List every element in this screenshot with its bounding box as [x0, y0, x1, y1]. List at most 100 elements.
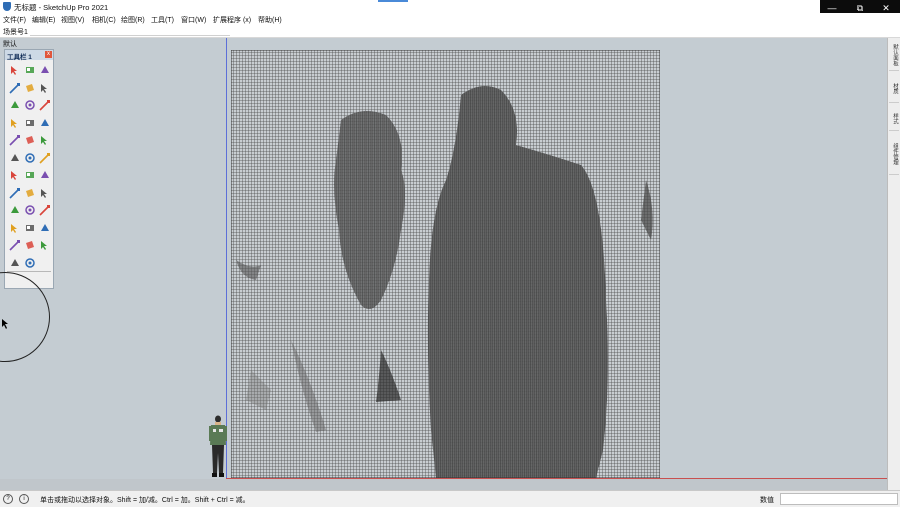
floating-toolbar: 工具栏 1 x — [4, 49, 54, 289]
group-icon-glyph — [41, 241, 47, 250]
section-icon[interactable] — [39, 169, 51, 181]
drawing-viewport[interactable]: 默认 工具栏 1 x — [0, 38, 887, 490]
group-icon[interactable] — [39, 239, 51, 251]
pencil-icon[interactable] — [39, 82, 51, 94]
component-icon-glyph — [9, 240, 20, 251]
axes-icon[interactable] — [9, 169, 21, 181]
push-pull-icon[interactable] — [9, 99, 21, 111]
toolbar-close-button[interactable]: x — [45, 51, 52, 58]
move-icon[interactable] — [24, 99, 36, 111]
menu-extensions[interactable]: 扩展程序 (x) — [213, 15, 251, 25]
cube-add-icon[interactable] — [9, 222, 21, 234]
pan-icon[interactable] — [24, 187, 36, 199]
help-icon[interactable]: ? — [3, 494, 13, 504]
menu-tools[interactable]: 工具(T) — [151, 15, 174, 25]
tray-tab-components[interactable]: 组件管理 — [889, 134, 899, 175]
axes-icon-glyph — [11, 171, 17, 180]
select-icon-glyph — [11, 66, 17, 75]
circle-shape-icon[interactable] — [9, 152, 21, 164]
sandbox-icon[interactable] — [9, 204, 21, 216]
push-pull-icon-glyph — [11, 101, 19, 108]
globe-icon[interactable] — [24, 134, 36, 146]
scene-tabs-bar: 场景号1 — [0, 25, 900, 38]
component-icon[interactable] — [9, 239, 21, 251]
status-bar: ? i 单击或拖动以选择对象。Shift = 加/减。Ctrl = 加。Shif… — [0, 490, 900, 507]
menu-bar: 文件(F) 编辑(E) 视图(V) 相机(C) 绘图(R) 工具(T) 窗口(W… — [0, 13, 900, 25]
ground-plane — [0, 479, 887, 490]
tray-tab-default[interactable]: 默认面板 — [889, 40, 899, 71]
move-icon-glyph — [25, 100, 35, 110]
toolbar-title: 工具栏 1 — [7, 54, 32, 61]
arc-icon-glyph — [26, 119, 34, 126]
orbit-icon-glyph — [9, 187, 20, 199]
shield-icon[interactable] — [9, 134, 21, 146]
sandbox-icon-glyph — [11, 206, 19, 213]
drape-icon-glyph — [39, 205, 50, 216]
menu-draw[interactable]: 绘图(R) — [121, 15, 145, 25]
paint-bucket-2-icon[interactable] — [39, 134, 51, 146]
paint-bucket-icon[interactable] — [39, 64, 51, 76]
polygon-icon-glyph — [25, 152, 35, 163]
3d-text-icon[interactable] — [39, 152, 51, 164]
cube-stack-icon[interactable] — [39, 222, 51, 234]
pan-icon-glyph — [26, 188, 34, 197]
zoom-icon-glyph — [41, 188, 47, 198]
measurements-input[interactable] — [780, 493, 898, 505]
default-tray-panel: 默认面板 材质 样式 组件管理 — [887, 38, 900, 490]
3d-text-icon-glyph — [39, 152, 50, 164]
lasso-icon-glyph — [9, 82, 20, 94]
scale-icon[interactable] — [39, 99, 51, 111]
tape-measure-icon-glyph — [26, 172, 34, 178]
menu-view[interactable]: 视图(V) — [61, 15, 84, 25]
default-tray-label: 默认 — [3, 41, 17, 48]
blue-axis-line — [226, 38, 227, 478]
lasso-icon[interactable] — [9, 82, 21, 94]
line-icon-glyph — [11, 118, 17, 128]
section-icon-glyph — [41, 171, 49, 178]
follow-me-icon[interactable] — [39, 117, 51, 129]
layer-icon[interactable] — [24, 239, 36, 251]
line-icon[interactable] — [9, 117, 21, 129]
zz-icon-glyph — [11, 258, 19, 266]
status-message: 单击或拖动以选择对象。Shift = 加/减。Ctrl = 加。Shift + … — [40, 497, 250, 504]
red-axis-line — [226, 478, 887, 479]
window-title: 无标题 - SketchUp Pro 2021 — [14, 3, 109, 12]
eraser-icon[interactable] — [24, 64, 36, 76]
paint-brush-icon[interactable] — [24, 257, 36, 269]
menu-window[interactable]: 窗口(W) — [181, 15, 206, 25]
orbit-icon[interactable] — [9, 187, 21, 199]
menu-help[interactable]: 帮助(H) — [258, 15, 282, 25]
arc-icon[interactable] — [24, 117, 36, 129]
paint-bucket-2-icon-glyph — [41, 136, 47, 145]
cube-move-icon[interactable] — [24, 222, 36, 234]
paint-bucket-icon-glyph — [41, 66, 49, 73]
menu-edit[interactable]: 编辑(E) — [32, 15, 55, 25]
shield-icon-glyph — [9, 135, 20, 146]
menu-file[interactable]: 文件(F) — [3, 15, 26, 25]
rectangle-icon[interactable] — [24, 82, 36, 94]
polygon-icon[interactable] — [24, 152, 36, 164]
select-icon[interactable] — [9, 64, 21, 76]
sketchup-app-icon[interactable] — [3, 2, 11, 11]
mouse-cursor-icon — [2, 319, 8, 329]
scale-figure-person[interactable] — [207, 415, 229, 479]
terrain-icon[interactable] — [24, 204, 36, 216]
tape-measure-icon[interactable] — [24, 169, 36, 181]
pixel-grid-model[interactable] — [231, 50, 660, 478]
tray-tab-styles[interactable]: 样式 — [889, 106, 899, 131]
drape-icon[interactable] — [39, 204, 51, 216]
rectangle-icon-glyph — [26, 83, 34, 92]
scene-tab[interactable]: 场景号1 — [3, 27, 28, 37]
zoom-icon[interactable] — [39, 187, 51, 199]
pencil-icon-glyph — [41, 83, 47, 93]
cube-move-icon-glyph — [26, 224, 34, 231]
toolbar-header[interactable]: 工具栏 1 x — [5, 50, 53, 61]
menu-camera[interactable]: 相机(C) — [92, 15, 116, 25]
tray-tab-materials[interactable]: 材质 — [889, 74, 899, 103]
cube-stack-icon-glyph — [41, 223, 49, 231]
scene-divider — [30, 35, 230, 36]
title-bar: 无标题 - SketchUp Pro 2021 — [0, 0, 900, 13]
zz-icon[interactable] — [9, 257, 21, 269]
follow-me-icon-glyph — [41, 118, 49, 126]
info-icon[interactable]: i — [19, 494, 29, 504]
